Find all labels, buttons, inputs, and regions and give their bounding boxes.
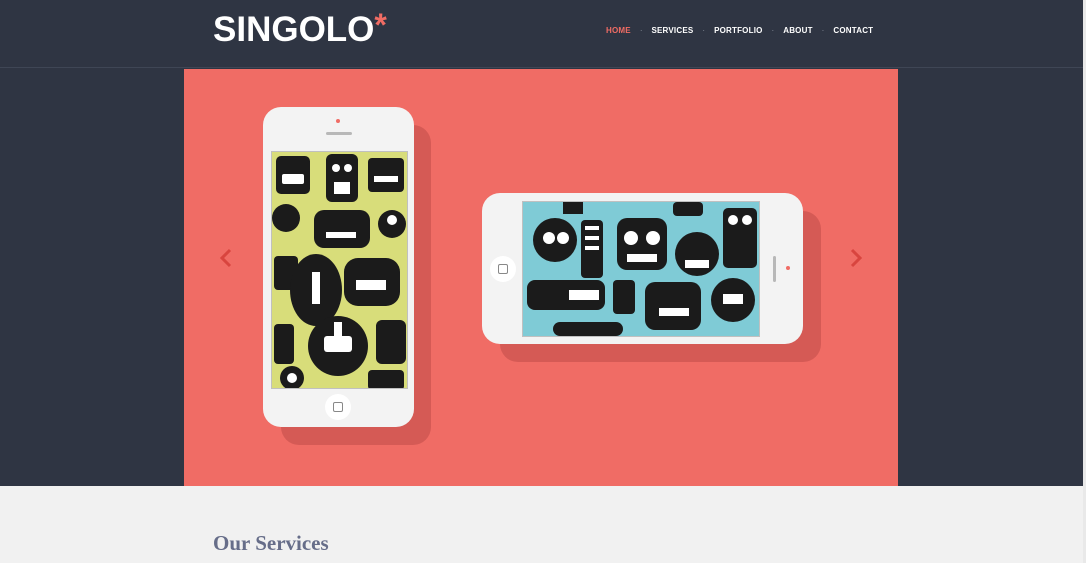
nav-contact[interactable]: CONTACT [833,26,873,35]
nav-separator: · [702,26,706,35]
nav-portfolio[interactable]: PORTFOLIO [714,26,762,35]
nav-home[interactable]: HOME [606,26,631,35]
horizontal-phone-screen [522,201,760,337]
nav-services[interactable]: SERVICES [651,26,693,35]
logo[interactable]: SINGOLO* [213,7,387,50]
camera-dot [786,266,790,270]
main-nav: HOME · SERVICES · PORTFOLIO · ABOUT · CO… [606,26,873,35]
slider-next-button[interactable] [846,247,866,271]
logo-text: SINGOLO [213,10,375,49]
home-button-icon [490,256,516,282]
horizontal-phone[interactable] [482,193,803,344]
nav-separator: · [771,26,775,35]
nav-about[interactable]: ABOUT [783,26,812,35]
vertical-phone-screen [271,151,408,389]
services-section: Our Services [0,486,1083,563]
slider-prev-button[interactable] [216,247,236,271]
site-header: SINGOLO* HOME · SERVICES · PORTFOLIO · A… [0,0,1083,68]
robots-pattern-image [272,152,407,388]
hero-slider [184,69,898,486]
services-title: Our Services [213,531,329,555]
logo-star: * [374,7,387,43]
nav-separator: · [821,26,825,35]
nav-separator: · [639,26,643,35]
chevron-left-icon [219,248,232,268]
speaker [326,132,352,135]
vertical-phone[interactable] [263,107,414,427]
chevron-right-icon [850,248,863,268]
home-button-icon [325,394,351,420]
robots-pattern-image [523,202,759,336]
camera-dot [336,119,340,123]
speaker [773,256,776,282]
